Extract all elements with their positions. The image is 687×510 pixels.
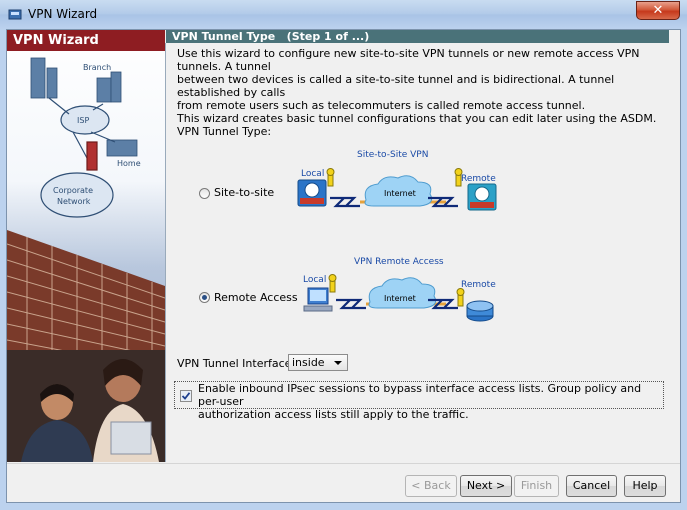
site-to-site-diagram-title: Site-to-Site VPN bbox=[357, 150, 429, 160]
remote-access-radio[interactable] bbox=[199, 292, 210, 303]
remote-access-label[interactable]: Remote Access bbox=[214, 291, 298, 304]
bypass-acl-checkbox[interactable] bbox=[180, 390, 192, 402]
remote-access-diagram-title: VPN Remote Access bbox=[354, 257, 444, 267]
intro-line: from remote users such as telecommuters … bbox=[177, 99, 586, 112]
banner-label-corporate: Corporate bbox=[53, 186, 93, 195]
banner-illustration: Branch ISP Home Corporate Network bbox=[7, 30, 165, 462]
bypass-acl-label[interactable]: Enable inbound IPsec sessions to bypass … bbox=[198, 382, 658, 421]
site-internet-label: Internet bbox=[384, 189, 416, 198]
site-remote-label: Remote bbox=[461, 174, 496, 184]
remote-access-diagram: Internet bbox=[303, 274, 494, 322]
tunnel-interface-select[interactable]: inside bbox=[288, 354, 348, 371]
intro-line: Use this wizard to configure new site-to… bbox=[177, 47, 640, 73]
cancel-button[interactable]: Cancel bbox=[566, 475, 617, 497]
finish-button[interactable]: Finish bbox=[514, 475, 559, 497]
button-separator bbox=[7, 463, 680, 464]
site-to-site-diagram: Internet bbox=[297, 168, 497, 211]
chevron-down-icon bbox=[334, 361, 342, 365]
site-local-label: Local bbox=[301, 169, 325, 179]
wizard-banner: Branch ISP Home Corporate Network bbox=[7, 30, 165, 462]
remote-internet-label: Internet bbox=[384, 294, 416, 303]
next-button[interactable]: Next > bbox=[460, 475, 512, 497]
banner-label-branch: Branch bbox=[83, 63, 111, 72]
site-to-site-label[interactable]: Site-to-site bbox=[214, 186, 274, 199]
tunnel-interface-value: inside bbox=[292, 356, 325, 369]
remote-remote-label: Remote bbox=[461, 280, 496, 290]
intro-line: This wizard creates basic tunnel configu… bbox=[177, 112, 657, 125]
banner-title: VPN Wizard bbox=[13, 33, 99, 48]
bypass-line: Enable inbound IPsec sessions to bypass … bbox=[198, 382, 642, 408]
close-icon: ✕ bbox=[652, 3, 664, 18]
checkmark-icon bbox=[181, 392, 191, 400]
intro-line: between two devices is called a site-to-… bbox=[177, 73, 615, 99]
banner-label-home: Home bbox=[117, 159, 141, 168]
bypass-line: authorization access lists still apply t… bbox=[198, 408, 469, 421]
close-button[interactable]: ✕ bbox=[636, 1, 680, 20]
people-photo bbox=[7, 350, 165, 462]
app-icon bbox=[8, 9, 22, 20]
back-button[interactable]: < Back bbox=[405, 475, 457, 497]
remote-local-label: Local bbox=[303, 275, 327, 285]
step-name: VPN Tunnel Type bbox=[172, 30, 276, 43]
banner-label-isp: ISP bbox=[77, 116, 89, 125]
site-to-site-radio[interactable] bbox=[199, 188, 210, 199]
window-title: VPN Wizard bbox=[28, 7, 98, 21]
banner-label-network: Network bbox=[57, 197, 91, 206]
tunnel-type-label: VPN Tunnel Type: bbox=[177, 125, 272, 138]
step-counter: (Step 1 of ...) bbox=[286, 30, 370, 43]
tunnel-interface-label: VPN Tunnel Interface: bbox=[177, 357, 296, 370]
intro-text: Use this wizard to configure new site-to… bbox=[177, 47, 677, 125]
title-bar bbox=[0, 0, 687, 30]
step-title: VPN Tunnel Type (Step 1 of ...) bbox=[172, 30, 369, 43]
help-button[interactable]: Help bbox=[624, 475, 666, 497]
